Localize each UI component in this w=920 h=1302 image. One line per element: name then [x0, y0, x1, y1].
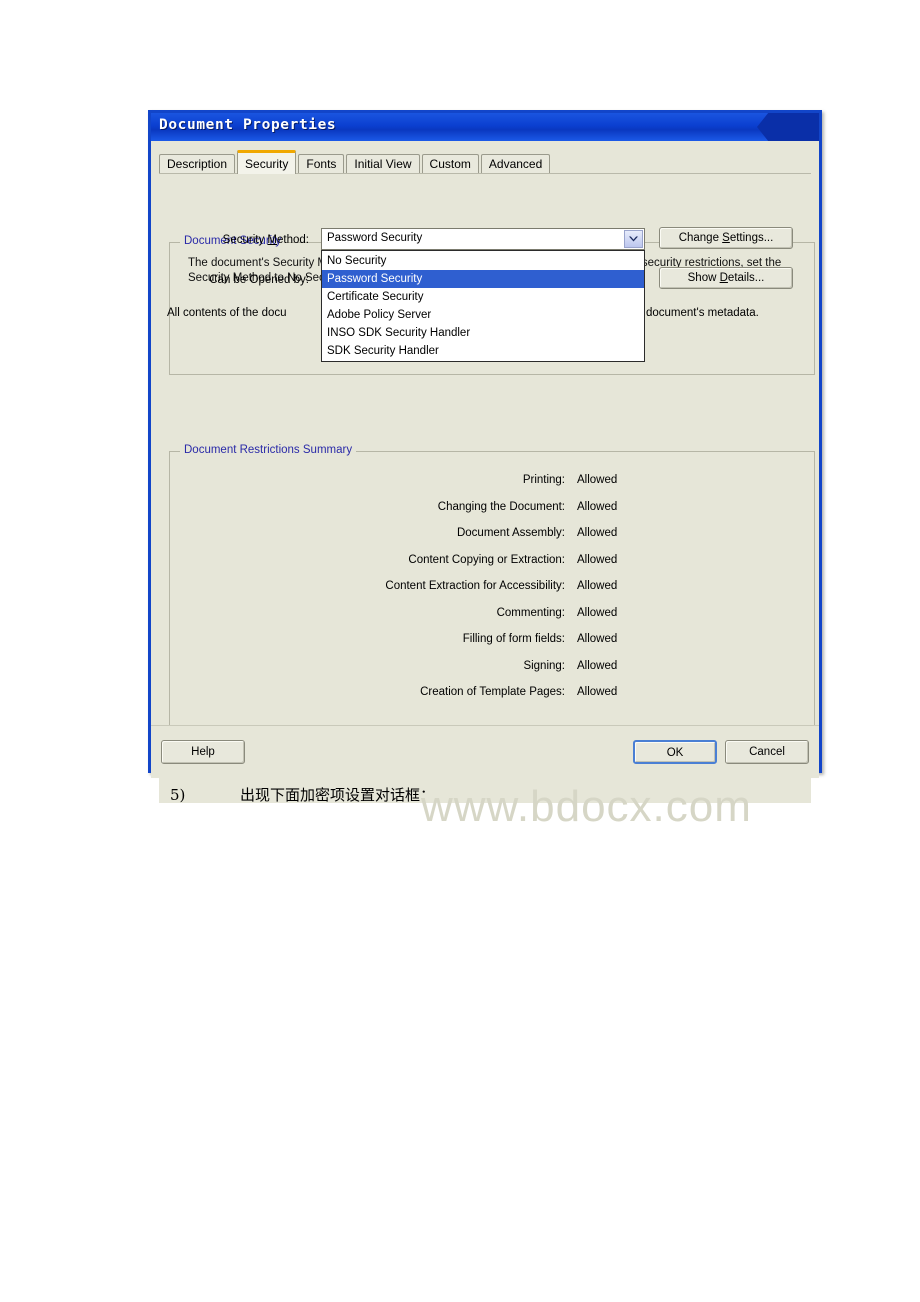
caption-line: 5) 出现下面加密项设置对话框： [170, 784, 435, 805]
dropdown-option-sdk-security-handler[interactable]: SDK Security Handler [322, 342, 644, 360]
document-properties-dialog: Document Properties Description Security… [148, 110, 822, 831]
cancel-button[interactable]: Cancel [725, 740, 809, 764]
dropdown-option-certificate-security[interactable]: Certificate Security [322, 288, 644, 306]
tabstrip: Description Security Fonts Initial View … [159, 149, 819, 174]
caption-text: 出现下面加密项设置对话框： [240, 786, 436, 804]
table-row: Filling of form fields: Allowed [170, 633, 814, 660]
dropdown-option-adobe-policy-server[interactable]: Adobe Policy Server [322, 306, 644, 324]
tab-security[interactable]: Security [237, 150, 297, 174]
all-contents-label: All contents of the docu [167, 307, 287, 319]
dropdown-option-password-security[interactable]: Password Security [322, 270, 644, 288]
change-settings-accel-key: S [722, 232, 730, 244]
restriction-label: Signing: [523, 659, 565, 672]
restriction-value: Allowed [577, 500, 618, 513]
restriction-value: Allowed [577, 606, 618, 619]
titlebar-wedge-decoration [757, 113, 819, 141]
tab-description[interactable]: Description [159, 154, 236, 173]
table-row: Changing the Document: Allowed [170, 501, 814, 528]
help-button[interactable]: Help [161, 740, 245, 764]
watermark: www.bdocx.com [421, 782, 752, 831]
restriction-value: Allowed [577, 527, 618, 539]
restriction-value: Allowed [577, 686, 618, 698]
chevron-down-icon[interactable] [624, 230, 643, 248]
table-row: Printing: Allowed [170, 474, 814, 501]
dialog-title: Document Properties [159, 117, 337, 133]
restriction-label: Changing the Document: [437, 500, 565, 513]
tab-initial-view[interactable]: Initial View [346, 154, 420, 173]
page-root: Document Properties Description Security… [0, 0, 920, 1302]
dialog-body: Description Security Fonts Initial View … [151, 149, 819, 831]
all-contents-label-head: All contents of the docu [167, 307, 287, 319]
security-method-label: Security Method: [222, 234, 309, 246]
restriction-value: Allowed [577, 580, 618, 592]
security-method-accel-key: M [267, 234, 278, 246]
table-row: Creation of Template Pages: Allowed [170, 686, 814, 713]
dropdown-option-inso-sdk-security-handler[interactable]: INSO SDK Security Handler [322, 324, 644, 342]
dialog-footer: Help OK Cancel [151, 725, 819, 778]
security-method-dropdown-list[interactable]: No Security Password Security Certificat… [321, 250, 645, 362]
table-row: Document Assembly: Allowed [170, 527, 814, 554]
restriction-label: Printing: [522, 474, 565, 486]
restriction-label: Content Extraction for Accessibility: [385, 580, 565, 592]
ok-button[interactable]: OK [633, 740, 717, 764]
all-contents-label-tail: document's metadata. [646, 307, 759, 319]
dialog-titlebar[interactable]: Document Properties [151, 113, 819, 141]
can-be-opened-by-label: Can be Opened by: [209, 274, 309, 286]
dropdown-option-no-security[interactable]: No Security [322, 252, 644, 270]
show-details-button[interactable]: Show Details... [659, 267, 793, 289]
table-row: Commenting: Allowed [170, 607, 814, 634]
table-row: Signing: Allowed [170, 660, 814, 687]
restrictions-list: Printing: Allowed Changing the Document:… [170, 474, 814, 713]
tab-fonts[interactable]: Fonts [298, 154, 345, 173]
show-details-accel-key: D [719, 272, 728, 284]
restriction-value: Allowed [577, 553, 618, 566]
document-restrictions-group-title: Document Restrictions Summary [180, 444, 357, 456]
security-tab-panel: www.bdocx.com Document Security The docu… [159, 173, 815, 831]
restriction-label: Content Copying or Extraction: [408, 553, 565, 566]
security-method-combobox[interactable]: Password Security [321, 228, 645, 250]
change-settings-button[interactable]: Change Settings... [659, 227, 793, 249]
caption-number: 5) [170, 786, 186, 804]
restriction-label: Commenting: [496, 606, 565, 619]
tab-advanced[interactable]: Advanced [480, 154, 551, 173]
restriction-label: Filling of form fields: [462, 633, 565, 645]
restriction-label: Creation of Template Pages: [420, 686, 565, 698]
restriction-label: Document Assembly: [456, 527, 565, 539]
table-row: Content Extraction for Accessibility: Al… [170, 580, 814, 607]
tab-custom[interactable]: Custom [421, 154, 479, 173]
restriction-value: Allowed [577, 659, 618, 672]
restriction-value: Allowed [577, 474, 618, 486]
security-method-value: Password Security [327, 232, 423, 244]
restriction-value: Allowed [577, 633, 618, 645]
table-row: Content Copying or Extraction: Allowed [170, 554, 814, 581]
